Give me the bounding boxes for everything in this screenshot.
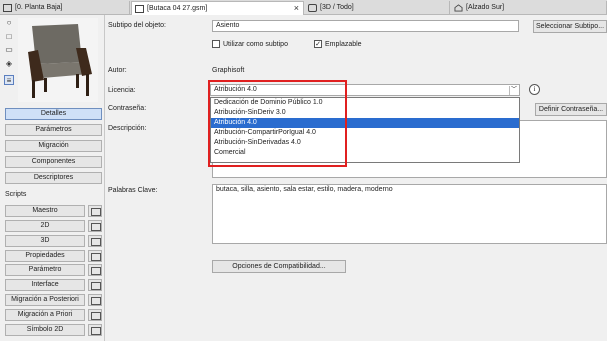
license-label: Licencia: bbox=[108, 87, 136, 94]
object-icon bbox=[135, 4, 144, 13]
close-icon[interactable]: × bbox=[294, 3, 299, 13]
script-parameter[interactable]: Parámetro bbox=[5, 264, 85, 276]
checkbox-box[interactable] bbox=[212, 40, 220, 48]
armchair-image bbox=[28, 24, 92, 98]
tab-gsm-object[interactable]: [Butaca 04 27.gsm] × bbox=[131, 1, 304, 15]
compatibility-options-button[interactable]: Opciones de Compatibilidad... bbox=[212, 260, 346, 273]
define-password-button[interactable]: Definir Contraseña... bbox=[535, 103, 607, 116]
window-icon[interactable] bbox=[88, 279, 102, 291]
password-label: Contraseña: bbox=[108, 105, 147, 112]
script-properties[interactable]: Propiedades bbox=[5, 250, 85, 262]
window-icon[interactable] bbox=[88, 324, 102, 336]
author-value: Graphisoft bbox=[212, 67, 245, 74]
script-2d-symbol[interactable]: Símbolo 2D bbox=[5, 324, 85, 336]
view-toolstrip: ○ □ ▭ ◈ ≡ bbox=[0, 15, 18, 95]
details-panel bbox=[104, 15, 607, 341]
checkbox-label: Utilizar como subtipo bbox=[223, 40, 288, 48]
placeable-checkbox[interactable]: ✓ Emplazable bbox=[314, 40, 362, 48]
object-preview bbox=[18, 18, 98, 102]
window-icon[interactable] bbox=[88, 220, 102, 232]
keywords-field[interactable]: butaca, silla, asiento, sala estar, esti… bbox=[212, 184, 607, 244]
tab-elevation[interactable]: [Alzado Sur] bbox=[451, 1, 607, 14]
info-icon[interactable]: i bbox=[529, 84, 540, 95]
subtype-label: Subtipo del objeto: bbox=[108, 22, 166, 29]
script-interface[interactable]: Interface bbox=[5, 279, 85, 291]
details-view-icon[interactable]: ≡ bbox=[4, 75, 14, 85]
scripts-label: Scripts bbox=[5, 191, 27, 198]
tab-label: [0. Planta Baja] bbox=[15, 4, 63, 11]
nav-details[interactable]: Detalles bbox=[5, 108, 102, 120]
3d-view-icon bbox=[308, 3, 317, 12]
nav-components[interactable]: Componentes bbox=[5, 156, 102, 168]
window-icon[interactable] bbox=[88, 264, 102, 276]
subtype-field[interactable]: Asiento bbox=[212, 20, 519, 32]
script-2d[interactable]: 2D bbox=[5, 220, 85, 232]
pointer-icon[interactable]: ○ bbox=[4, 18, 14, 28]
house-icon bbox=[454, 3, 463, 12]
tab-floor-plan[interactable]: [0. Planta Baja] bbox=[0, 1, 130, 14]
window-icon[interactable] bbox=[88, 294, 102, 306]
tab-label: [Alzado Sur] bbox=[466, 4, 505, 11]
window-icon[interactable] bbox=[88, 205, 102, 217]
chevron-down-icon[interactable]: ﹀ bbox=[509, 86, 518, 95]
nav-parameters[interactable]: Parámetros bbox=[5, 124, 102, 136]
script-backward-migration[interactable]: Migración a Priori bbox=[5, 309, 85, 321]
3d-object-icon[interactable]: ◈ bbox=[4, 59, 14, 69]
script-master[interactable]: Maestro bbox=[5, 205, 85, 217]
checkbox-label: Emplazable bbox=[325, 40, 362, 48]
plan-view-icon[interactable]: □ bbox=[4, 32, 14, 42]
tab-bar: [0. Planta Baja] [Butaca 04 27.gsm] × [3… bbox=[0, 0, 607, 15]
floor-plan-icon bbox=[3, 3, 12, 12]
select-subtype-button[interactable]: Seleccionar Subtipo... bbox=[533, 20, 607, 33]
script-3d[interactable]: 3D bbox=[5, 235, 85, 247]
window-icon[interactable] bbox=[88, 235, 102, 247]
description-label: Descripción: bbox=[108, 125, 147, 132]
tab-label: [3D / Todo] bbox=[320, 4, 354, 11]
tab-label: [Butaca 04 27.gsm] bbox=[147, 5, 208, 12]
annotation-highlight-box bbox=[208, 80, 347, 167]
nav-descriptors[interactable]: Descriptores bbox=[5, 172, 102, 184]
nav-migration[interactable]: Migración bbox=[5, 140, 102, 152]
author-label: Autor: bbox=[108, 67, 127, 74]
window-icon[interactable] bbox=[88, 309, 102, 321]
section-view-icon[interactable]: ▭ bbox=[4, 45, 14, 55]
tab-3d[interactable]: [3D / Todo] bbox=[305, 1, 450, 14]
keywords-label: Palabras Clave: bbox=[108, 187, 158, 194]
script-forward-migration[interactable]: Migración a Posteriori bbox=[5, 294, 85, 306]
window-icon[interactable] bbox=[88, 250, 102, 262]
use-as-subtype-checkbox[interactable]: Utilizar como subtipo bbox=[212, 40, 288, 48]
checkmark-icon[interactable]: ✓ bbox=[314, 40, 322, 48]
